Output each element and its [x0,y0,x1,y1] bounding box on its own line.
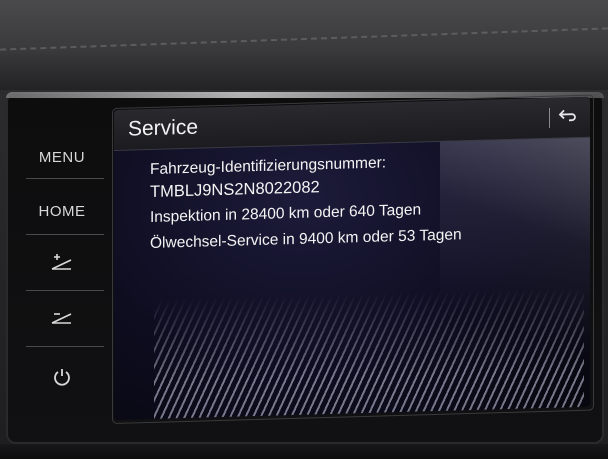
brightness-down-button[interactable] [14,294,110,348]
back-arrow-icon [558,107,578,128]
brightness-up-button[interactable] [14,238,110,292]
side-button-panel: MENU HOME [14,120,110,420]
brightness-down-icon [50,310,74,332]
bottom-trim [0,444,608,459]
side-divider [26,234,104,235]
home-button[interactable]: HOME [14,184,110,238]
title-bar-divider [549,107,550,128]
menu-button[interactable]: MENU [14,130,110,184]
home-button-label: HOME [38,202,86,220]
power-icon [52,367,72,391]
side-divider [26,290,104,291]
back-button[interactable] [554,103,582,132]
menu-button-label: MENU [38,148,86,166]
bezel-chrome-trim [6,92,604,98]
display-screen: Service Fahrzeug-Identifizierungsnummer:… [114,96,590,421]
page-title: Service [128,115,199,141]
screen-background-stripes [154,286,584,421]
side-divider [26,178,104,179]
service-info: Fahrzeug-Identifizierungsnummer: TMBLJ9N… [150,150,462,255]
brightness-up-icon [50,254,74,276]
side-divider [26,346,104,347]
inspection-info: Inspektion in 28400 km oder 640 Tagen [150,201,422,226]
power-button[interactable] [14,352,110,406]
oil-service-info: Ölwechsel-Service in 9400 km oder 53 Tag… [150,226,462,252]
car-infotainment-photo: MENU HOME Service Fahrzeug-Identifizieru… [0,0,608,459]
